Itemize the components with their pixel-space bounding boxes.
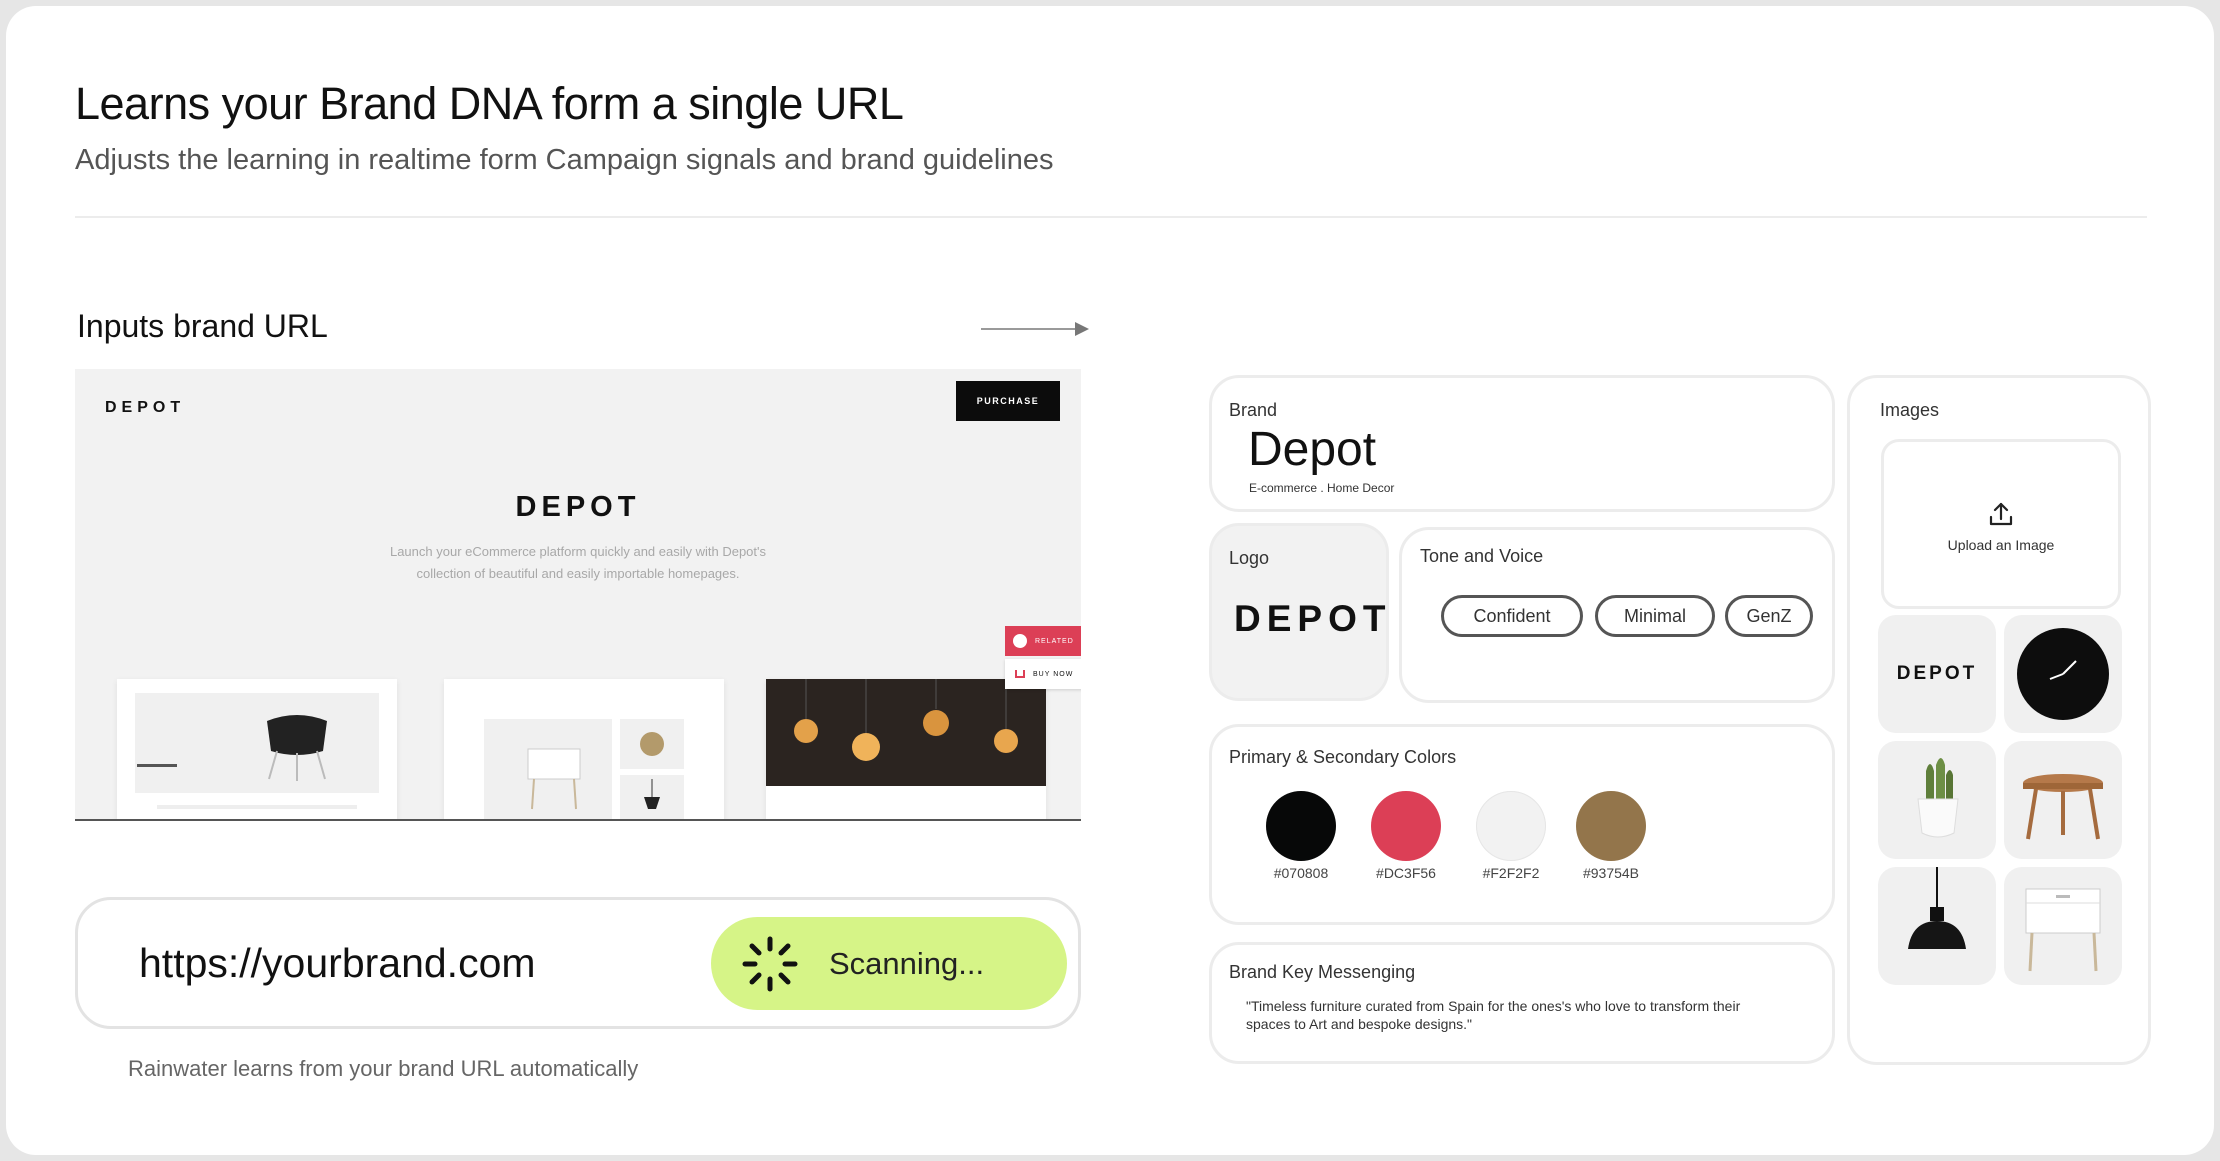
url-input-bar: https://yourbrand.com Scanning... [75, 897, 1081, 1029]
preview-logo: DEPOT [105, 399, 186, 416]
url-input[interactable]: https://yourbrand.com [139, 940, 536, 987]
preview-related-button[interactable]: RELATED [1005, 626, 1081, 656]
divider [75, 216, 2147, 218]
brand-key-message: "Timeless furniture curated from Spain f… [1246, 998, 1741, 1032]
image-tile-side-table[interactable] [2004, 741, 2122, 859]
upload-icon [1989, 502, 2013, 526]
bulbs-illustration [766, 679, 1046, 819]
preview-thumbnail-bulbs [766, 679, 1046, 819]
image-tile-wall-clock[interactable] [2004, 615, 2122, 733]
messaging-card-label: Brand Key Messenging [1229, 962, 1416, 982]
preview-buy-now-button[interactable]: BUY NOW [1005, 659, 1081, 689]
spinner-icon [742, 936, 798, 991]
scanning-button[interactable]: Scanning... [711, 917, 1067, 1010]
colors-card-label: Primary & Secondary Colors [1229, 747, 1457, 767]
page-subtitle: Adjusts the learning in realtime form Ca… [75, 144, 1054, 176]
colors-card: Primary & Secondary Colors #070808 #DC3F… [1209, 724, 1835, 925]
url-hint: Rainwater learns from your brand URL aut… [128, 1056, 639, 1081]
color-swatch-1 [1266, 791, 1336, 861]
nightstand-illustration [484, 719, 684, 819]
preview-hero-title: DEPOT [515, 491, 641, 523]
preview-thumbnail-chair [117, 679, 397, 819]
tone-chip-minimal[interactable]: Minimal [1595, 595, 1715, 637]
color-hex-2: #DC3F56 [1376, 865, 1436, 881]
wall-clock-image [2017, 628, 2109, 720]
upload-image-button[interactable]: Upload an Image [1881, 439, 2121, 609]
related-label: RELATED [1035, 637, 1074, 645]
page-title: Learns your Brand DNA form a single URL [75, 78, 904, 129]
image-tile-pendant-lamp[interactable] [1878, 867, 1996, 985]
tile-depot-text: DEPOT [1896, 663, 1978, 684]
tone-chip-genz[interactable]: GenZ [1725, 595, 1813, 637]
website-preview: DEPOT PURCHASE DEPOT Launch your eCommer… [75, 369, 1081, 821]
cactus-plant-image [1917, 758, 1959, 838]
image-tile-cactus-plant[interactable] [1878, 741, 1996, 859]
tone-chip-confident[interactable]: Confident [1441, 595, 1583, 637]
preview-hero-description: Launch your eCommerce platform quickly a… [389, 544, 767, 581]
side-table-image [2023, 774, 2103, 840]
related-icon [1013, 634, 1027, 648]
main-frame: Learns your Brand DNA form a single URL … [6, 6, 2214, 1155]
buy-now-label: BUY NOW [1033, 670, 1074, 678]
inputs-section-label: Inputs brand URL [77, 308, 328, 344]
image-tile-depot-logo[interactable]: DEPOT [1878, 615, 1996, 733]
pendant-lamp-image [1908, 867, 1966, 949]
tone-card-label: Tone and Voice [1420, 546, 1544, 566]
color-swatch-4 [1576, 791, 1646, 861]
image-tile-nightstand[interactable] [2004, 867, 2122, 985]
upload-image-label: Upload an Image [1947, 537, 2055, 553]
color-hex-3: #F2F2F2 [1482, 865, 1540, 881]
chair-illustration [117, 679, 397, 809]
color-hex-1: #070808 [1273, 865, 1329, 881]
images-card-label: Images [1880, 400, 1940, 420]
brand-card-label: Brand [1229, 400, 1278, 420]
brand-logo: DEPOT [1234, 598, 1392, 639]
brand-card: Brand Depot E-commerce . Home Decor [1209, 375, 1835, 512]
color-hex-4: #93754B [1582, 865, 1640, 881]
scanning-label: Scanning... [829, 945, 985, 981]
arrow-right-icon [981, 322, 1089, 336]
brand-category: E-commerce . Home Decor [1249, 481, 1395, 495]
color-swatch-3 [1476, 791, 1546, 861]
logo-card: Logo DEPOT [1209, 523, 1389, 701]
images-card: Images Upload an Image DEPOT [1847, 375, 2151, 1065]
cart-icon [1015, 670, 1025, 678]
logo-card-label: Logo [1229, 548, 1270, 568]
preview-thumbnail-nightstand [444, 679, 724, 819]
color-swatch-2 [1371, 791, 1441, 861]
tone-voice-card: Tone and Voice Confident Minimal GenZ [1399, 527, 1835, 703]
brand-messaging-card: Brand Key Messenging "Timeless furniture… [1209, 942, 1835, 1064]
nightstand-image [2025, 888, 2101, 972]
brand-name: Depot [1248, 423, 1377, 476]
preview-purchase-button[interactable]: PURCHASE [956, 381, 1060, 421]
